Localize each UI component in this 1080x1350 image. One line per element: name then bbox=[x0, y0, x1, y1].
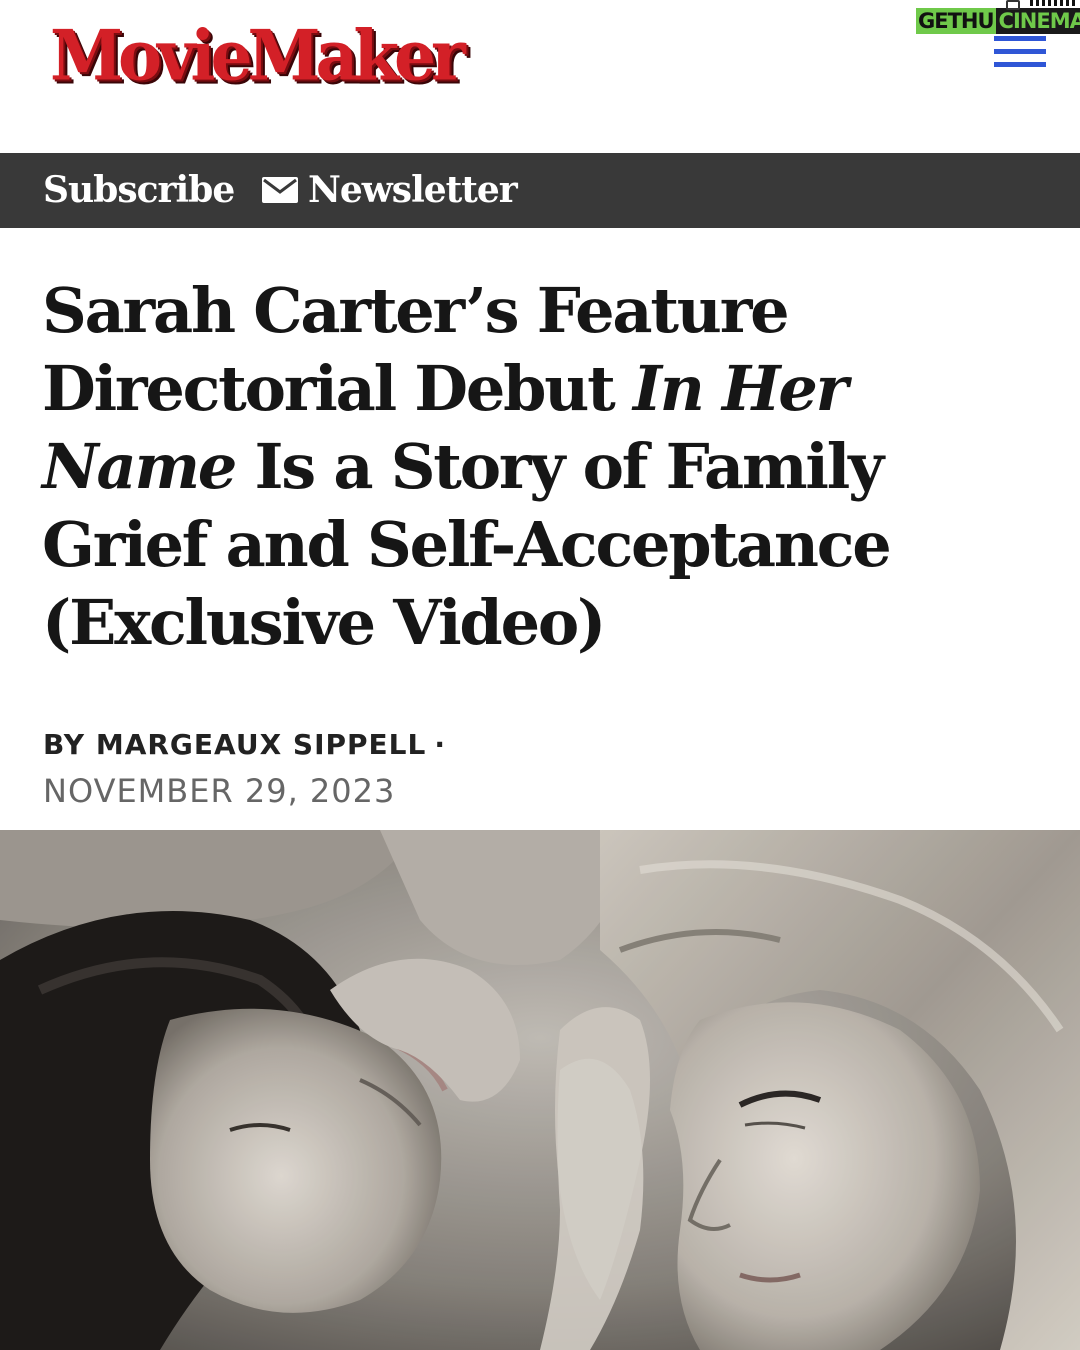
nav-bar: Subscribe Newsletter bbox=[0, 153, 1080, 228]
site-header: MovieMaker GETHU CINEMA bbox=[0, 0, 1080, 153]
article-hero-image bbox=[0, 830, 1080, 1350]
byline-separator: · bbox=[434, 728, 446, 761]
camera-icon bbox=[1006, 0, 1020, 10]
watermark-text-part2: CINEMA bbox=[995, 8, 1080, 34]
moviemaker-logo[interactable]: MovieMaker bbox=[50, 10, 466, 100]
watermark-text-part1: GETHU bbox=[916, 8, 996, 34]
hamburger-menu-icon[interactable] bbox=[994, 36, 1046, 70]
film-strip-icon bbox=[1030, 0, 1078, 6]
gethucinema-watermark: GETHU CINEMA bbox=[916, 5, 1080, 37]
newsletter-link[interactable]: Newsletter bbox=[262, 167, 518, 213]
article-byline: BY MARGEAUX SIPPELL · bbox=[43, 726, 446, 764]
article-date: NOVEMBER 29, 2023 bbox=[43, 772, 396, 810]
subscribe-link[interactable]: Subscribe bbox=[43, 167, 235, 213]
author-name[interactable]: BY MARGEAUX SIPPELL bbox=[43, 728, 426, 761]
hero-photo-illustration bbox=[0, 830, 1080, 1350]
article-headline: Sarah Carter’s Feature Directorial Debut… bbox=[42, 272, 1042, 662]
envelope-icon bbox=[262, 177, 298, 203]
newsletter-label: Newsletter bbox=[308, 169, 518, 211]
